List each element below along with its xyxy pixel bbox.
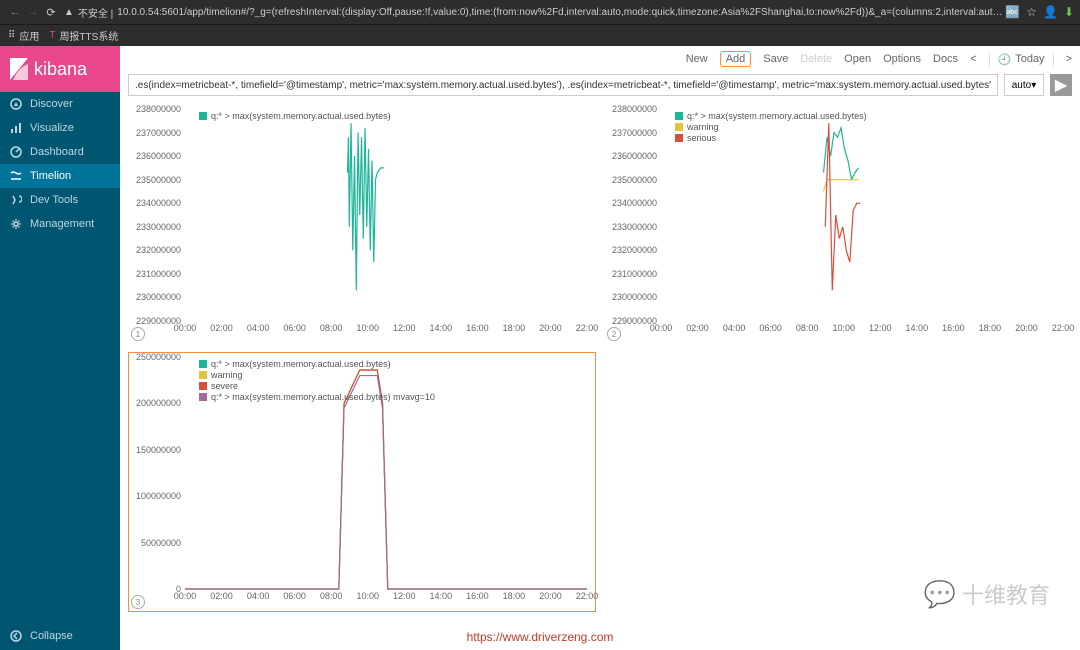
warning-icon: ▲: [64, 7, 74, 18]
browser-address-bar: ← → ⟳ ▲ 不安全 | 10.0.0.54:5601/app/timelio…: [0, 0, 1080, 24]
query-input[interactable]: [128, 74, 998, 96]
toolbar-add[interactable]: Add: [720, 51, 752, 67]
toolbar-delete[interactable]: Delete: [800, 53, 832, 65]
translate-icon[interactable]: 🔤: [1005, 5, 1020, 19]
play-button[interactable]: ▶: [1050, 74, 1072, 96]
chart-3[interactable]: 0500000001000000001500000002000000002500…: [128, 352, 596, 612]
insecure-label: 不安全 |: [78, 5, 113, 20]
account-icon[interactable]: 👤: [1043, 5, 1058, 19]
toolbar-next[interactable]: >: [1066, 53, 1072, 65]
chart-1[interactable]: 2290000002300000002310000002320000002330…: [128, 104, 596, 344]
watermark: 💬十维教育: [924, 578, 1050, 610]
wechat-icon: 💬: [924, 579, 956, 610]
bookmark-bar: ⠿应用 T周报TTS系统: [0, 24, 1080, 46]
download-icon[interactable]: ⬇: [1064, 5, 1074, 19]
url-text[interactable]: 10.0.0.54:5601/app/timelion#/?_g=(refres…: [117, 7, 1005, 18]
toolbar: New Add Save Delete Open Options Docs < …: [120, 46, 1080, 72]
toolbar-options[interactable]: Options: [883, 53, 921, 65]
reload-icon[interactable]: ⟳: [42, 6, 60, 19]
back-icon[interactable]: ←: [6, 6, 24, 18]
star-icon[interactable]: ☆: [1026, 5, 1037, 19]
charts-grid: 2290000002300000002310000002320000002330…: [120, 98, 1080, 650]
toolbar-docs[interactable]: Docs: [933, 53, 958, 65]
forward-icon[interactable]: →: [24, 6, 42, 18]
collapse-button[interactable]: Collapse: [0, 622, 120, 650]
sidebar-item-dashboard[interactable]: Dashboard: [0, 140, 120, 164]
kibana-logo[interactable]: kibana: [0, 46, 120, 92]
clock-icon: 🕘: [998, 53, 1012, 66]
bookmark-item[interactable]: T周报TTS系统: [49, 28, 118, 43]
toolbar-save[interactable]: Save: [763, 53, 788, 65]
chart-2[interactable]: 2290000002300000002310000002320000002330…: [604, 104, 1072, 344]
interval-select[interactable]: auto ▾: [1004, 74, 1044, 96]
query-row: auto ▾ ▶: [120, 72, 1080, 98]
toolbar-prev[interactable]: <: [970, 53, 976, 65]
toolbar-today[interactable]: 🕘Today: [989, 53, 1054, 66]
sidebar-item-discover[interactable]: Discover: [0, 92, 120, 116]
sidebar-item-management[interactable]: Management: [0, 212, 120, 236]
toolbar-new[interactable]: New: [686, 53, 708, 65]
sidebar: kibana Discover Visualize Dashboard Time…: [0, 46, 120, 650]
sidebar-item-timelion[interactable]: Timelion: [0, 164, 120, 188]
sidebar-item-visualize[interactable]: Visualize: [0, 116, 120, 140]
footer-link[interactable]: https://www.driverzeng.com: [467, 630, 614, 644]
sidebar-item-devtools[interactable]: Dev Tools: [0, 188, 120, 212]
toolbar-open[interactable]: Open: [844, 53, 871, 65]
apps-button[interactable]: ⠿应用: [8, 28, 39, 43]
